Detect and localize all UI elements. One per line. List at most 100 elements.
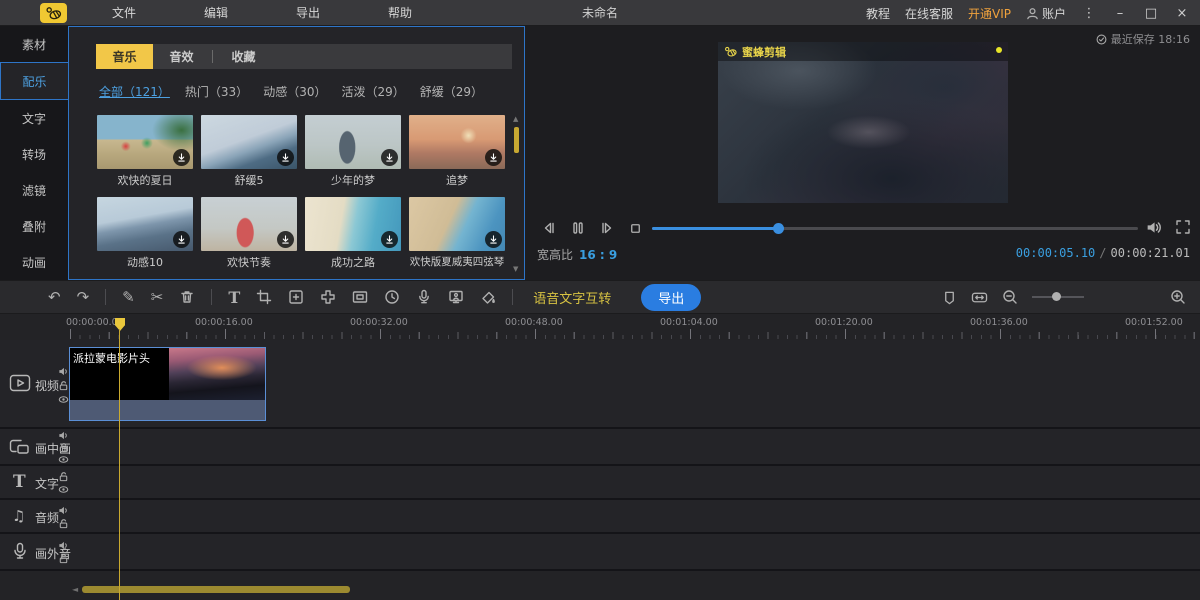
download-button[interactable]	[485, 149, 502, 166]
timeline-hscrollbar[interactable]	[82, 586, 350, 593]
track-text[interactable]: T 文字	[0, 466, 1200, 500]
music-item[interactable]: 欢快版夏威夷四弦琴	[409, 197, 505, 270]
style-fill-button[interactable]	[480, 289, 496, 305]
text-tool-button[interactable]: T	[228, 288, 240, 307]
tutorial-link[interactable]: 教程	[866, 5, 890, 22]
zoom-in-button[interactable]	[1170, 289, 1186, 305]
mute-track-icon[interactable]	[58, 540, 69, 551]
track-voiceover[interactable]: 画外音	[0, 534, 1200, 571]
portrait-button[interactable]	[448, 289, 464, 305]
music-item[interactable]: 成功之路	[305, 197, 401, 270]
redo-button[interactable]: ↷	[77, 288, 90, 306]
category-all[interactable]: 全部（121）	[99, 83, 170, 100]
seek-bar[interactable]	[652, 227, 1138, 230]
fit-timeline-button[interactable]	[971, 290, 988, 305]
pause-button[interactable]	[570, 220, 586, 236]
scrollbar-thumb[interactable]	[514, 127, 519, 153]
music-thumbnail[interactable]	[97, 115, 193, 169]
sidebar-item-filter[interactable]: 滤镜	[0, 172, 68, 208]
edit-button[interactable]: ✎	[122, 288, 135, 306]
scroll-up-icon[interactable]: ▲	[513, 115, 518, 123]
vip-button[interactable]: 开通VIP	[968, 5, 1011, 22]
music-item[interactable]: 欢快节奏	[201, 197, 297, 270]
music-thumbnail[interactable]	[409, 115, 505, 169]
music-thumbnail[interactable]	[409, 197, 505, 251]
download-button[interactable]	[277, 231, 294, 248]
undo-button[interactable]: ↶	[48, 288, 61, 306]
track-audio[interactable]: ♫ 音频	[0, 500, 1200, 534]
timeline-ruler[interactable]	[70, 329, 1200, 339]
category-dynamic[interactable]: 动感（30）	[263, 83, 326, 100]
volume-icon[interactable]	[1145, 219, 1162, 236]
zoom-frame-button[interactable]	[288, 289, 304, 305]
seek-bar-knob[interactable]	[773, 223, 784, 234]
music-thumbnail[interactable]	[305, 197, 401, 251]
music-thumbnail[interactable]	[201, 197, 297, 251]
maximize-button[interactable]: □	[1143, 6, 1159, 21]
mute-track-icon[interactable]	[58, 430, 69, 441]
music-item[interactable]: 欢快的夏日	[97, 115, 193, 188]
stop-button[interactable]	[628, 221, 643, 236]
split-screen-button[interactable]	[320, 289, 336, 305]
music-scrollbar[interactable]: ▲ ▼	[512, 117, 521, 271]
tab-sound-effects[interactable]: 音效	[153, 44, 210, 69]
hide-track-icon[interactable]	[58, 394, 69, 405]
sidebar-item-music[interactable]: 配乐	[0, 62, 68, 100]
close-button[interactable]: ×	[1174, 6, 1190, 21]
export-button[interactable]: 导出	[641, 284, 701, 311]
duration-button[interactable]	[384, 289, 400, 305]
zoom-out-button[interactable]	[1002, 289, 1018, 305]
sidebar-item-transition[interactable]: 转场	[0, 136, 68, 172]
music-thumbnail[interactable]	[305, 115, 401, 169]
hide-track-icon[interactable]	[58, 454, 69, 465]
lock-track-icon[interactable]	[58, 471, 69, 482]
music-item[interactable]: 少年的梦	[305, 115, 401, 188]
zoom-slider-knob[interactable]	[1052, 292, 1061, 301]
track-pip[interactable]: 画中画	[0, 429, 1200, 466]
scroll-down-icon[interactable]: ▼	[513, 265, 518, 273]
menu-edit[interactable]: 编辑	[204, 0, 228, 26]
lock-track-icon[interactable]	[58, 380, 69, 391]
category-soothing[interactable]: 舒缓（29）	[420, 83, 483, 100]
more-menu-icon[interactable]: ⋮	[1081, 6, 1097, 21]
sidebar-item-media[interactable]: 素材	[0, 26, 68, 62]
category-lively[interactable]: 活泼（29）	[341, 83, 404, 100]
timeline-panel[interactable]: 00:00:00.00 00:00:16.00 00:00:32.00 00:0…	[0, 314, 1200, 600]
speech-text-convert-button[interactable]: 语音文字互转	[533, 288, 611, 307]
download-button[interactable]	[381, 231, 398, 248]
delete-button[interactable]	[179, 289, 195, 305]
playhead-line[interactable]	[119, 329, 120, 600]
music-item[interactable]: 动感10	[97, 197, 193, 270]
aspect-ratio[interactable]: 宽高比16 : 9	[537, 246, 617, 263]
lock-track-icon[interactable]	[58, 518, 69, 529]
split-scissors-button[interactable]: ✂	[151, 288, 164, 306]
support-link[interactable]: 在线客服	[905, 5, 953, 22]
track-video[interactable]: 视频 派拉蒙电影片头	[0, 340, 1200, 429]
lock-track-icon[interactable]	[58, 553, 69, 564]
tab-favorites[interactable]: 收藏	[215, 44, 272, 69]
download-button[interactable]	[173, 231, 190, 248]
music-item[interactable]: 追梦	[409, 115, 505, 188]
hide-track-icon[interactable]	[58, 484, 69, 495]
marker-button[interactable]	[942, 290, 957, 305]
timeline-clip[interactable]: 派拉蒙电影片头	[69, 347, 266, 421]
download-button[interactable]	[173, 149, 190, 166]
download-button[interactable]	[381, 149, 398, 166]
music-item[interactable]: 舒缓5	[201, 115, 297, 188]
next-frame-button[interactable]	[599, 220, 615, 236]
minimize-button[interactable]: –	[1112, 6, 1128, 21]
record-voice-button[interactable]	[416, 289, 432, 305]
previous-frame-button[interactable]	[541, 220, 557, 236]
sidebar-item-animation[interactable]: 动画	[0, 244, 68, 280]
hscroll-left-icon[interactable]: ◄	[72, 585, 78, 594]
sidebar-item-overlay[interactable]: 叠附	[0, 208, 68, 244]
music-thumbnail[interactable]	[97, 197, 193, 251]
account-button[interactable]: 账户	[1026, 5, 1066, 22]
menu-file[interactable]: 文件	[112, 0, 136, 26]
tab-music[interactable]: 音乐	[96, 44, 153, 69]
mute-track-icon[interactable]	[58, 505, 69, 516]
lock-track-icon[interactable]	[58, 442, 69, 453]
mosaic-button[interactable]	[352, 289, 368, 305]
download-button[interactable]	[277, 149, 294, 166]
music-thumbnail[interactable]	[201, 115, 297, 169]
